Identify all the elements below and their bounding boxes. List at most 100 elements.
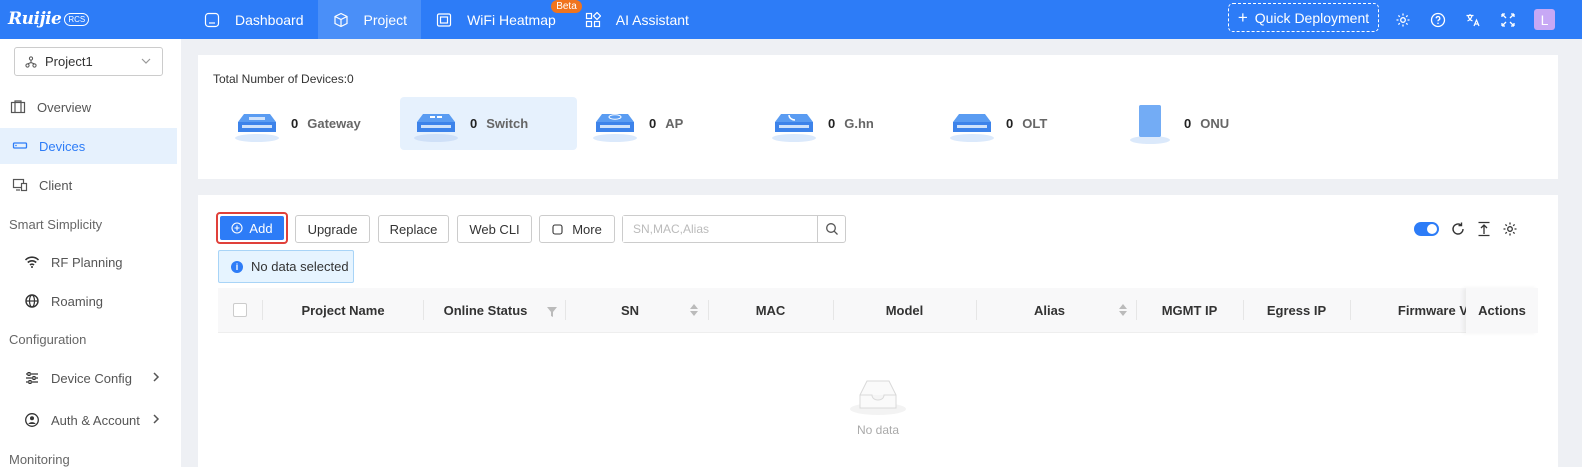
logo-badge: RCS	[64, 12, 90, 26]
empty-text: No data	[856, 423, 900, 437]
refresh-icon[interactable]	[1450, 221, 1466, 237]
logo[interactable]: Ruijie RCS	[8, 5, 90, 33]
selection-info: i No data selected	[218, 250, 354, 283]
group-monitoring: Monitoring	[9, 452, 70, 467]
column-firmware[interactable]: Firmware V	[1350, 288, 1468, 333]
column-alias[interactable]: Alias	[976, 288, 1123, 333]
user-circle-icon	[24, 412, 40, 428]
gateway-count: 0	[291, 116, 299, 131]
device-type-gateway[interactable]: 0 Gateway	[231, 97, 361, 150]
gateway-device-icon	[231, 102, 283, 146]
sidebar-item-devices[interactable]: Devices	[0, 128, 177, 164]
project-tree-icon	[25, 55, 37, 68]
sort-icon[interactable]	[690, 304, 698, 316]
logo-text: Ruijie	[8, 9, 62, 29]
device-type-olt[interactable]: 0 OLT	[946, 97, 1047, 150]
help-icon[interactable]	[1429, 11, 1447, 29]
column-sn[interactable]: SN	[565, 288, 695, 333]
sidebar-item-overview[interactable]: Overview	[0, 89, 177, 125]
overview-icon	[10, 99, 26, 115]
nav-dashboard-label: Dashboard	[235, 11, 304, 28]
search-button[interactable]	[817, 216, 845, 242]
avatar[interactable]: L	[1534, 9, 1555, 30]
table-header: Project Name Online Status SN MAC Model …	[218, 288, 1538, 333]
language-icon[interactable]	[1464, 11, 1482, 29]
sidebar-item-client-label: Client	[39, 177, 73, 193]
sort-icon[interactable]	[1119, 304, 1127, 316]
sidebar-item-device-config-label: Device Config	[51, 370, 132, 386]
sliders-icon	[24, 370, 40, 386]
column-project-name[interactable]: Project Name	[263, 288, 423, 333]
sidebar-item-roaming-label: Roaming	[51, 293, 104, 309]
devices-icon	[12, 138, 28, 154]
nav-ai-assistant-label: AI Assistant	[615, 11, 689, 28]
device-type-ghn[interactable]: 0 G.hn	[768, 97, 874, 150]
chevron-down-icon	[140, 55, 152, 70]
sidebar-item-device-config[interactable]: Device Config	[0, 360, 177, 396]
gateway-label: Gateway	[307, 116, 361, 131]
sidebar-item-roaming[interactable]: Roaming	[0, 283, 177, 319]
column-online-status[interactable]: Online Status	[423, 288, 548, 333]
device-list-card: Add Upgrade Replace Web CLI More i No da…	[198, 195, 1558, 467]
table-tools	[1414, 221, 1528, 237]
search-box	[622, 215, 846, 243]
export-icon[interactable]	[1476, 221, 1492, 237]
selection-info-text: No data selected	[251, 259, 349, 274]
sidebar-item-rf-planning[interactable]: RF Planning	[0, 244, 177, 280]
project-select[interactable]: Project1	[14, 47, 163, 76]
ghn-device-icon	[768, 102, 820, 146]
group-smart-simplicity: Smart Simplicity	[9, 217, 103, 232]
column-actions: Actions	[1466, 288, 1538, 333]
more-button-label: More	[572, 221, 602, 237]
nav-ai-assistant[interactable]: AI Assistant	[570, 0, 703, 39]
empty-inbox-icon	[848, 375, 908, 420]
upgrade-button[interactable]: Upgrade	[295, 215, 370, 243]
more-button[interactable]: More	[539, 215, 615, 243]
ap-label: AP	[665, 116, 684, 131]
web-cli-button[interactable]: Web CLI	[457, 215, 532, 243]
sidebar-item-auth-account[interactable]: Auth & Account	[0, 402, 177, 438]
search-icon	[825, 223, 838, 235]
sidebar-item-client[interactable]: Client	[0, 167, 177, 203]
column-model[interactable]: Model	[833, 288, 976, 333]
main-nav: Dashboard Project WiFi Heatmap Beta AI A…	[189, 0, 703, 39]
fullscreen-icon[interactable]	[1499, 11, 1517, 29]
more-icon	[552, 223, 563, 235]
nav-dashboard[interactable]: Dashboard	[189, 0, 318, 39]
filter-icon[interactable]	[547, 305, 557, 320]
cube-icon	[332, 11, 350, 29]
ghn-count: 0	[828, 116, 836, 131]
search-input[interactable]	[623, 216, 818, 242]
olt-count: 0	[1006, 116, 1014, 131]
sidebar-item-auth-account-label: Auth & Account	[51, 412, 140, 428]
info-icon: i	[231, 260, 243, 273]
nav-wifi-heatmap-label: WiFi Heatmap	[467, 11, 556, 28]
ap-device-icon	[589, 102, 641, 146]
add-button[interactable]: Add	[216, 212, 288, 244]
column-egress-ip[interactable]: Egress IP	[1243, 288, 1350, 333]
nav-project[interactable]: Project	[317, 0, 422, 39]
sidebar-item-rf-planning-label: RF Planning	[51, 254, 123, 270]
onu-count: 0	[1184, 116, 1192, 131]
quick-deployment-button[interactable]: + Quick Deployment	[1228, 3, 1379, 32]
column-mgmt-ip[interactable]: MGMT IP	[1136, 288, 1243, 333]
nav-project-label: Project	[363, 11, 408, 28]
add-button-label: Add	[249, 220, 273, 236]
device-type-switch[interactable]: 0 Switch	[400, 97, 577, 150]
sidebar-item-overview-label: Overview	[37, 99, 92, 115]
grid-icon	[584, 11, 602, 29]
device-type-onu[interactable]: 0 ONU	[1124, 97, 1229, 150]
plus-circle-icon	[231, 222, 243, 234]
ap-count: 0	[649, 116, 657, 131]
project-select-value: Project1	[45, 54, 93, 69]
globe-icon	[24, 293, 40, 309]
column-mac[interactable]: MAC	[708, 288, 833, 333]
settings-icon[interactable]	[1394, 11, 1412, 29]
select-all-checkbox[interactable]	[233, 303, 247, 317]
switch-count: 0	[470, 116, 478, 131]
device-type-ap[interactable]: 0 AP	[589, 97, 683, 150]
column-settings-icon[interactable]	[1502, 221, 1518, 237]
nav-wifi-heatmap[interactable]: WiFi Heatmap Beta	[421, 0, 582, 39]
view-toggle[interactable]	[1414, 222, 1439, 236]
replace-button[interactable]: Replace	[378, 215, 449, 243]
